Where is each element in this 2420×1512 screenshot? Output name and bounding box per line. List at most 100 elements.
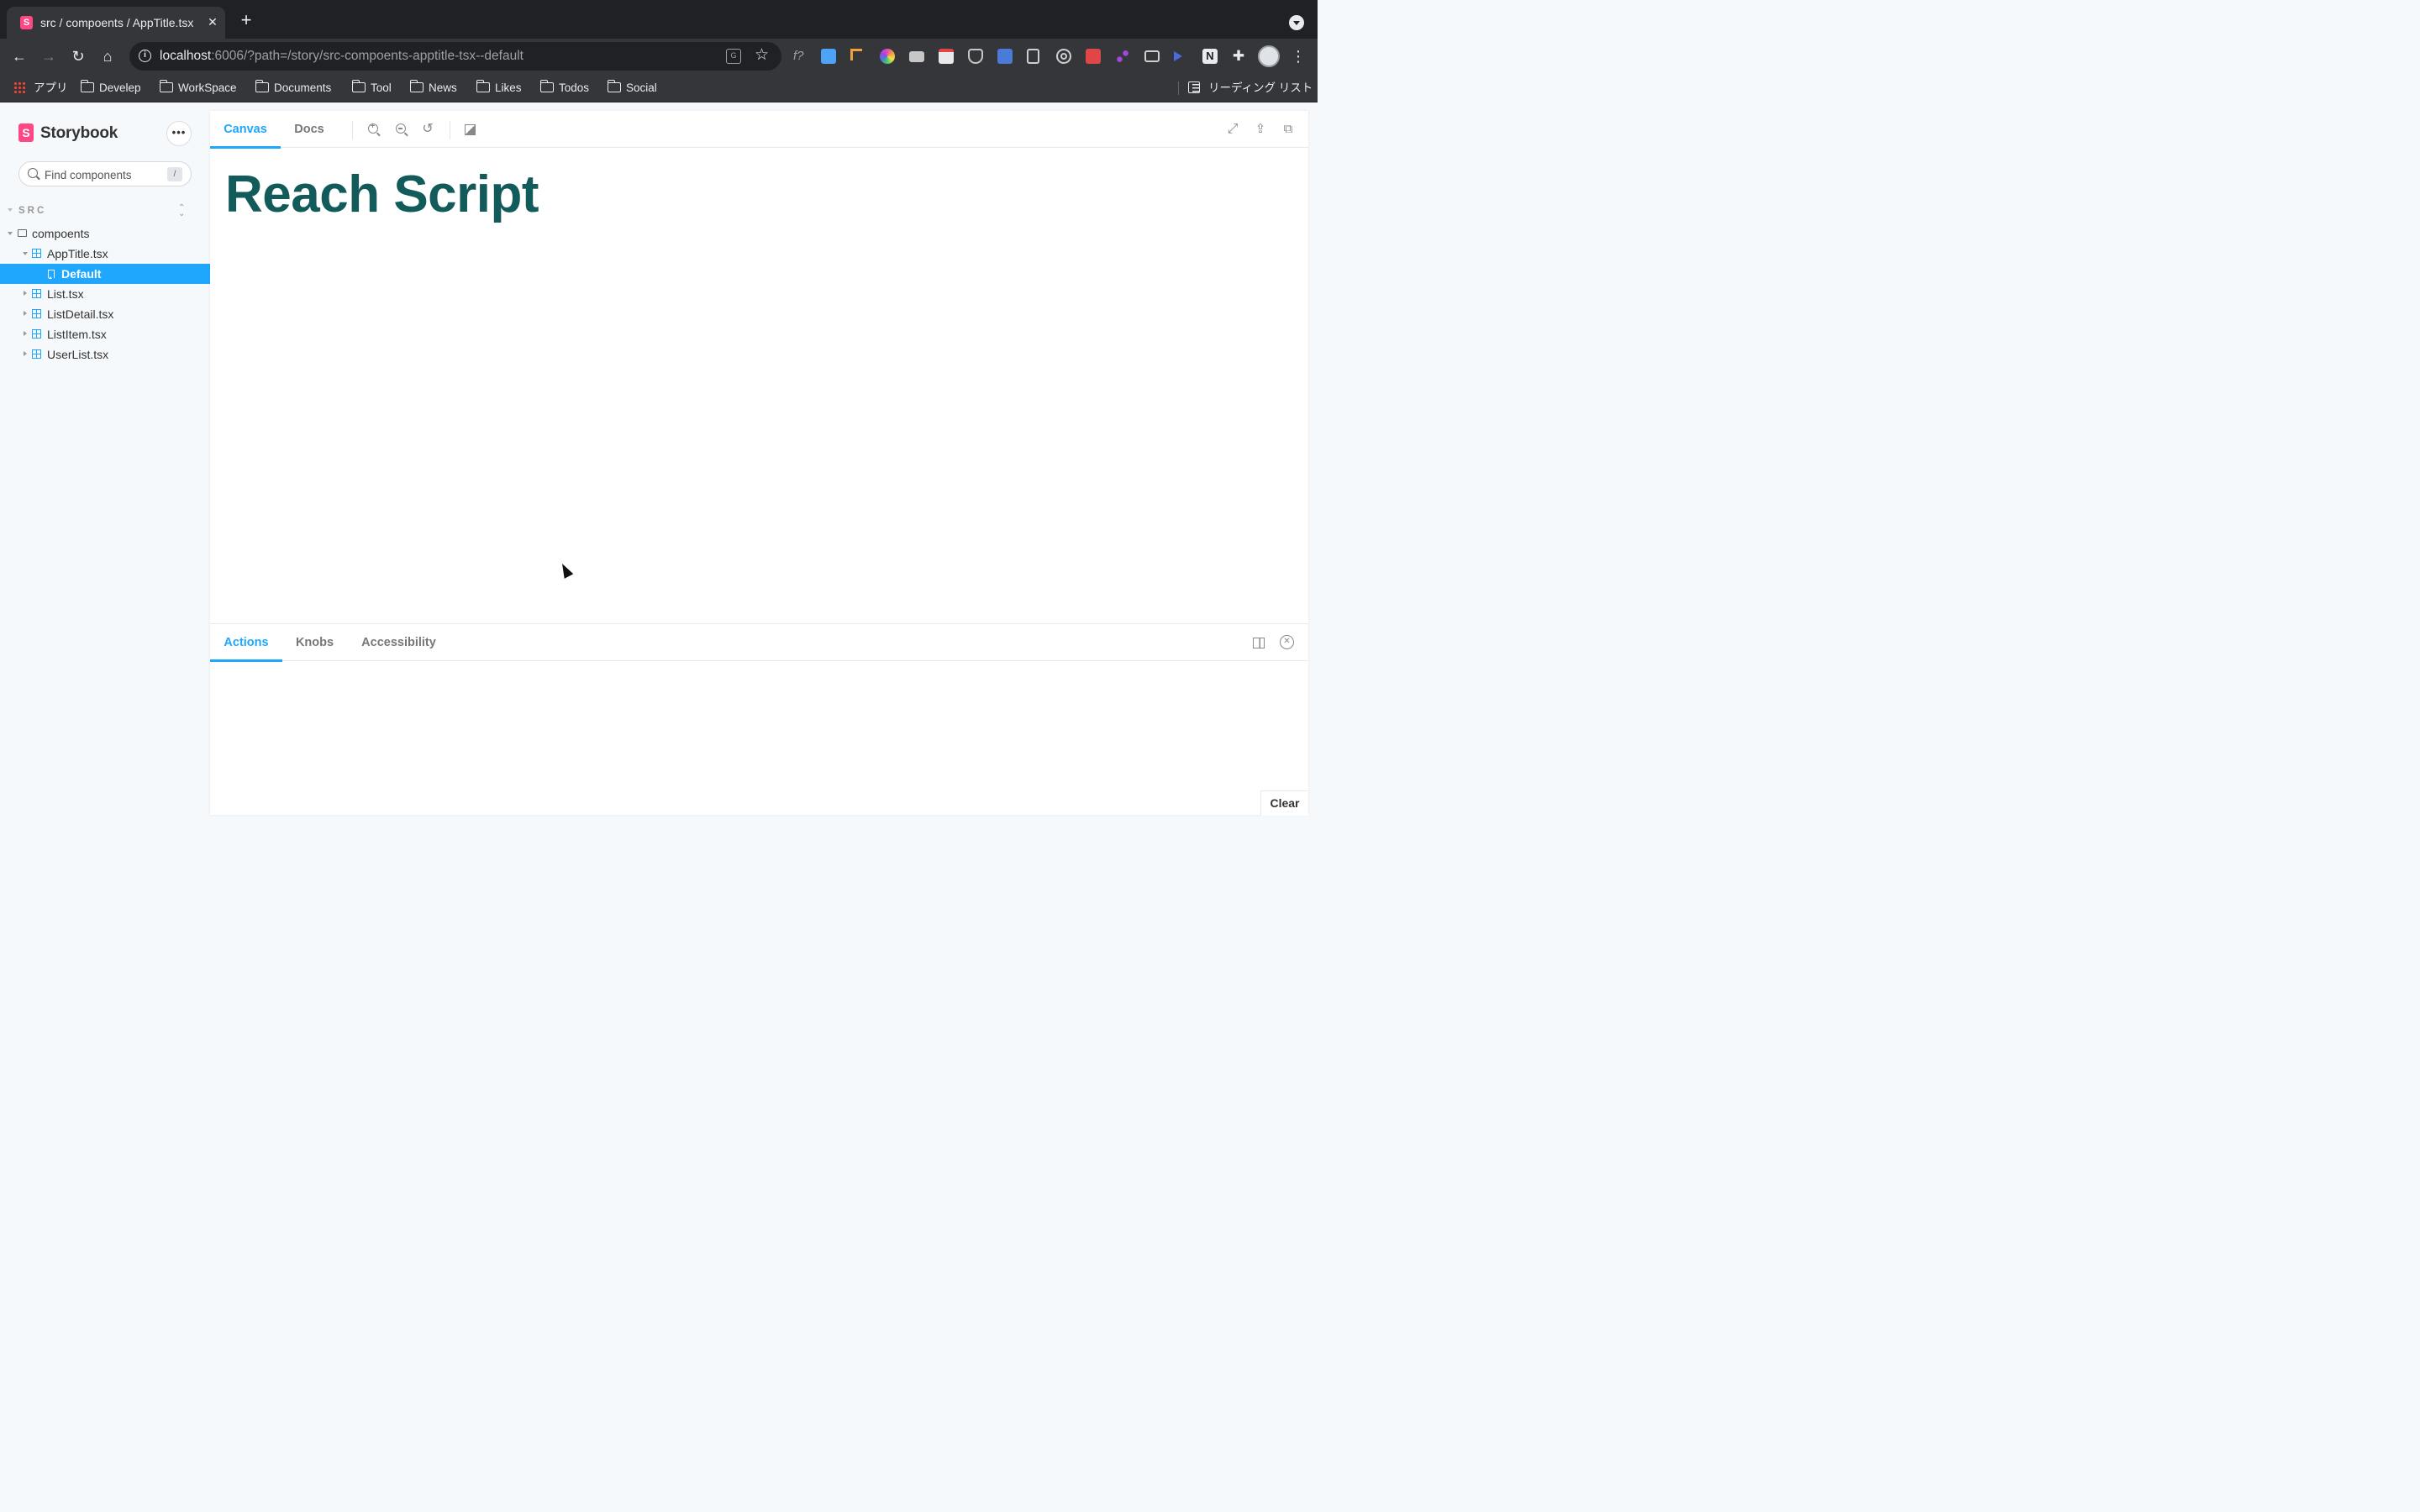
caret-right-icon: [24, 331, 27, 336]
story-bookmark-icon: [48, 270, 55, 279]
bookmark-star-icon[interactable]: ☆: [755, 45, 769, 65]
target-extension-icon[interactable]: [1056, 49, 1071, 64]
notion-extension-icon[interactable]: N: [1202, 49, 1218, 64]
bookmark-folder[interactable]: Develep: [80, 80, 141, 97]
screen-capture-extension-icon[interactable]: [1144, 50, 1160, 62]
search-box[interactable]: /: [18, 161, 192, 186]
bookmarks-divider: [1178, 81, 1179, 95]
fullscreen-icon[interactable]: ⤢: [1225, 122, 1240, 137]
addons-panel: Actions Knobs Accessibility ✕ Clear: [210, 623, 1308, 816]
panel-orientation-icon[interactable]: [1253, 638, 1265, 648]
molecule-extension-icon[interactable]: [1115, 49, 1130, 64]
browser-toolbar: ← → ↻ ⌂ i localhost:6006/?path=/story/sr…: [0, 39, 1318, 74]
caret-down-icon: [8, 232, 13, 235]
tab-actions[interactable]: Actions: [210, 624, 282, 662]
browser-tab-title: src / compoents / AppTitle.tsx: [40, 16, 194, 29]
google-translate-extension-icon[interactable]: [997, 49, 1013, 64]
bookmark-apps[interactable]: アプリ: [13, 80, 68, 97]
tab-docs[interactable]: Docs: [281, 111, 338, 148]
tree-story-default[interactable]: Default: [0, 264, 210, 284]
folder-icon: [409, 80, 424, 92]
tree-root-label[interactable]: SRC: [18, 206, 46, 216]
copy-link-icon[interactable]: ⧉: [1281, 122, 1296, 137]
tree-component-list[interactable]: List.tsx: [0, 284, 210, 304]
bookmark-folder[interactable]: WorkSpace: [159, 80, 237, 97]
address-bar[interactable]: i localhost:6006/?path=/story/src-compoe…: [129, 42, 781, 71]
new-tab-button[interactable]: +: [237, 11, 255, 30]
folder-icon: [539, 80, 554, 92]
download-extension-icon[interactable]: [821, 49, 836, 64]
tree-component-listdetail[interactable]: ListDetail.tsx: [0, 304, 210, 324]
caret-right-icon: [24, 351, 27, 356]
home-icon[interactable]: ⌂: [97, 45, 118, 67]
share-icon[interactable]: ⇪: [1253, 122, 1268, 137]
canvas-toolbar: Canvas Docs ↺ ⤢ ⇪ ⧉: [210, 111, 1308, 149]
calendar-extension-icon[interactable]: [939, 49, 954, 64]
background-toggle-icon[interactable]: [465, 124, 476, 135]
zoom-reset-icon[interactable]: ↺: [420, 122, 435, 137]
folder-icon: [607, 80, 621, 92]
tree-folder-compoents[interactable]: compoents: [0, 223, 210, 244]
search-input[interactable]: [45, 166, 162, 183]
extensions-puzzle-icon[interactable]: ✚: [1231, 49, 1246, 64]
play-extension-icon[interactable]: [1174, 51, 1182, 61]
tree-component-apptitle[interactable]: AppTitle.tsx: [0, 244, 210, 264]
forward-arrow-icon[interactable]: →: [38, 45, 60, 67]
reading-list-button[interactable]: リーディング リスト: [1188, 80, 1313, 97]
translate-icon[interactable]: G: [726, 49, 741, 64]
tab-close-icon[interactable]: ✕: [205, 14, 220, 29]
browser-tab[interactable]: S src / compoents / AppTitle.tsx ✕: [7, 7, 225, 39]
apps-grid-icon: [13, 81, 25, 93]
component-icon: [32, 329, 41, 339]
zoom-out-icon[interactable]: [396, 123, 406, 134]
bookmark-label: Tool: [371, 81, 392, 94]
bookmark-folder[interactable]: News: [409, 80, 457, 97]
clear-actions-button[interactable]: Clear: [1260, 790, 1308, 816]
fx-extension-icon[interactable]: f?: [793, 49, 808, 64]
storybook-brand[interactable]: Storybook: [40, 124, 118, 143]
bookmark-folder[interactable]: Social: [607, 80, 657, 97]
ruler-extension-icon[interactable]: [850, 49, 862, 60]
reload-icon[interactable]: ↻: [67, 45, 89, 67]
bookmark-label: アプリ: [34, 81, 68, 94]
camera-extension-icon[interactable]: [909, 51, 924, 62]
bookmark-folder[interactable]: Todos: [539, 80, 590, 97]
zoom-in-icon[interactable]: [368, 122, 378, 134]
root-collapse-caret-icon[interactable]: [8, 208, 13, 212]
folder-icon: [255, 80, 269, 92]
back-arrow-icon[interactable]: ←: [8, 45, 30, 67]
sidebar-menu-button[interactable]: •••: [166, 121, 192, 146]
book-extension-icon[interactable]: [1027, 49, 1039, 64]
close-panel-icon[interactable]: ✕: [1280, 635, 1294, 649]
toolbar-divider: [352, 121, 353, 139]
browser-menu-icon[interactable]: ⋮: [1291, 45, 1306, 67]
url-host: localhost: [160, 49, 212, 63]
tab-canvas[interactable]: Canvas: [210, 111, 281, 149]
folder-icon: [351, 80, 366, 92]
bookmark-folder[interactable]: Tool: [351, 80, 392, 97]
caret-right-icon: [24, 291, 27, 296]
component-icon: [32, 289, 41, 298]
bookmark-label: WorkSpace: [178, 81, 237, 94]
bookmarks-bar: アプリ Develep WorkSpace Documents Tool New…: [0, 74, 1318, 102]
tab-accessibility[interactable]: Accessibility: [347, 624, 450, 661]
tree-component-label: ListItem.tsx: [47, 328, 107, 341]
bookmark-label: Todos: [559, 81, 590, 94]
storybook-logo-icon[interactable]: S: [18, 123, 34, 142]
color-picker-extension-icon[interactable]: [880, 49, 895, 64]
tab-search-icon[interactable]: [1289, 15, 1304, 30]
gift-extension-icon[interactable]: [1086, 49, 1101, 64]
caret-down-icon: [23, 252, 28, 255]
folder-icon: [159, 80, 173, 92]
tree-component-userlist[interactable]: UserList.tsx: [0, 344, 210, 365]
bookmark-folder[interactable]: Likes: [476, 80, 522, 97]
address-url[interactable]: localhost:6006/?path=/story/src-compoent…: [160, 49, 523, 64]
profile-avatar[interactable]: [1258, 45, 1280, 67]
tab-knobs[interactable]: Knobs: [282, 624, 347, 661]
tree-component-listitem[interactable]: ListItem.tsx: [0, 324, 210, 344]
component-icon: [32, 349, 41, 359]
bookmark-folder[interactable]: Documents: [255, 80, 331, 97]
pocket-extension-icon[interactable]: [968, 49, 983, 64]
site-info-icon[interactable]: i: [139, 50, 151, 62]
expand-all-icon[interactable]: ⌃ ⌄: [178, 204, 185, 218]
